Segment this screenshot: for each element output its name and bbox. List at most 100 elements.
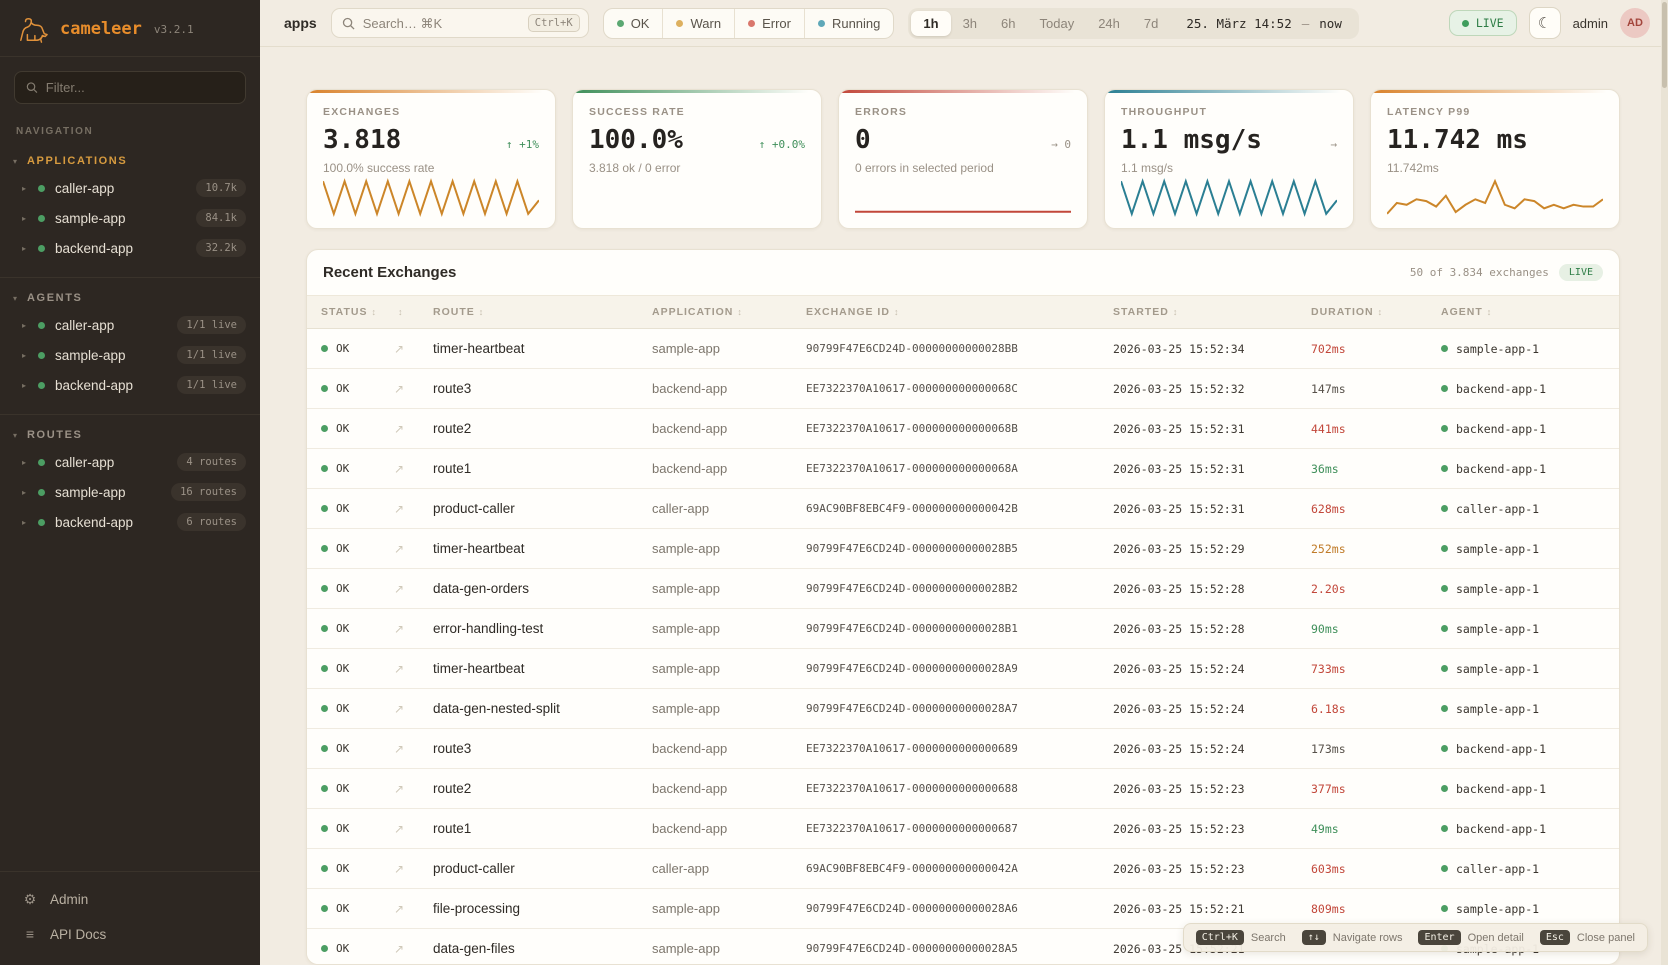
filter-error[interactable]: Error (734, 9, 804, 38)
open-exchange-icon[interactable]: ↗ (394, 622, 433, 636)
agent-cell: backend-app-1 (1441, 462, 1619, 476)
open-exchange-icon[interactable]: ↗ (394, 462, 433, 476)
sidebar-item-sample-app[interactable]: ▸sample-app1/1 live (0, 340, 260, 370)
range-button-24h[interactable]: 24h (1086, 11, 1132, 36)
column-header-duration[interactable]: DURATION↕ (1311, 296, 1441, 328)
range-button-1h[interactable]: 1h (911, 11, 950, 36)
open-exchange-icon[interactable]: ↗ (394, 822, 433, 836)
table-row[interactable]: OK↗route1backend-appEE7322370A10617-0000… (307, 449, 1619, 489)
range-button-7d[interactable]: 7d (1132, 11, 1170, 36)
filter-input[interactable] (46, 80, 234, 95)
column-header-status[interactable]: STATUS↕ (307, 296, 394, 328)
open-exchange-icon[interactable]: ↗ (394, 742, 433, 756)
table-row[interactable]: OK↗data-gen-nested-splitsample-app90799F… (307, 689, 1619, 729)
sidebar-item-caller-app[interactable]: ▸caller-app4 routes (0, 447, 260, 477)
open-exchange-icon[interactable]: ↗ (394, 902, 433, 916)
app-logo[interactable]: cameleer v3.2.1 (0, 0, 260, 57)
agent-dot-icon (1441, 425, 1448, 432)
sidebar-filter[interactable] (14, 71, 246, 104)
status-text: OK (336, 622, 349, 635)
table-row[interactable]: OK↗route1backend-appEE7322370A10617-0000… (307, 809, 1619, 849)
range-button-3h[interactable]: 3h (951, 11, 989, 36)
application-cell: backend-app (652, 741, 806, 756)
route-cell: product-caller (433, 861, 652, 876)
column-header-agent[interactable]: AGENT↕ (1441, 296, 1619, 328)
duration-cell: 90ms (1311, 622, 1441, 636)
open-exchange-icon[interactable]: ↗ (394, 502, 433, 516)
table-row[interactable]: OK↗timer-heartbeatsample-app90799F47E6CD… (307, 329, 1619, 369)
global-search[interactable]: Ctrl+K (331, 8, 589, 38)
sidebar-item-backend-app[interactable]: ▸backend-app6 routes (0, 507, 260, 537)
table-row[interactable]: OK↗data-gen-orderssample-app90799F47E6CD… (307, 569, 1619, 609)
table-row[interactable]: OK↗timer-heartbeatsample-app90799F47E6CD… (307, 649, 1619, 689)
route-cell: route3 (433, 381, 652, 396)
open-exchange-icon[interactable]: ↗ (394, 382, 433, 396)
sidebar-item-backend-app[interactable]: ▸backend-app1/1 live (0, 370, 260, 400)
card-subtitle: 100.0% success rate (323, 161, 539, 175)
column-header-open[interactable]: ↕ (394, 296, 433, 328)
camel-logo-icon (16, 14, 50, 44)
open-exchange-icon[interactable]: ↗ (394, 342, 433, 356)
sidebar-item-sample-app[interactable]: ▸sample-app16 routes (0, 477, 260, 507)
column-header-route[interactable]: ROUTE↕ (433, 296, 652, 328)
open-exchange-icon[interactable]: ↗ (394, 582, 433, 596)
table-row[interactable]: OK↗route2backend-appEE7322370A10617-0000… (307, 409, 1619, 449)
status-cell: OK (307, 702, 394, 715)
column-header-started[interactable]: STARTED↕ (1113, 296, 1311, 328)
open-exchange-icon[interactable]: ↗ (394, 702, 433, 716)
theme-toggle-button[interactable]: ☾ (1529, 7, 1561, 39)
open-exchange-icon[interactable]: ↗ (394, 862, 433, 876)
filter-label: OK (631, 16, 650, 31)
open-exchange-icon[interactable]: ↗ (394, 942, 433, 956)
column-header-application[interactable]: APPLICATION↕ (652, 296, 806, 328)
agent-dot-icon (1441, 905, 1448, 912)
filter-warn[interactable]: Warn (662, 9, 734, 38)
shortcut-search: Ctrl+KSearch (1196, 930, 1286, 945)
live-toggle[interactable]: LIVE (1449, 10, 1517, 36)
open-exchange-icon[interactable]: ↗ (394, 782, 433, 796)
filter-running[interactable]: Running (804, 9, 893, 38)
section-header-routes[interactable]: ▾ROUTES (0, 421, 260, 447)
time-separator: — (1302, 16, 1310, 31)
table-row[interactable]: OK↗product-callercaller-app69AC90BF8EBC4… (307, 489, 1619, 529)
table-row[interactable]: OK↗route2backend-appEE7322370A10617-0000… (307, 769, 1619, 809)
started-cell: 2026-03-25 15:52:31 (1113, 422, 1311, 436)
chevron-right-icon: ▸ (22, 214, 30, 223)
card-main: 1.1 msg/s→ (1121, 125, 1337, 155)
table-row[interactable]: OK↗route3backend-appEE7322370A10617-0000… (307, 369, 1619, 409)
avatar[interactable]: AD (1620, 8, 1650, 38)
scrollbar-thumb[interactable] (1662, 2, 1667, 88)
content: EXCHANGES3.818↑ +1%100.0% success rateSU… (260, 47, 1668, 965)
ok-dot-icon (321, 785, 328, 792)
chevron-down-icon: ▾ (13, 431, 17, 440)
agent-name: sample-app-1 (1456, 662, 1539, 676)
filter-ok[interactable]: OK (604, 9, 663, 38)
section-header-agents[interactable]: ▾AGENTS (0, 284, 260, 310)
column-header-exchange-id[interactable]: EXCHANGE ID↕ (806, 296, 1113, 328)
sidebar-item-backend-app[interactable]: ▸backend-app32.2k (0, 233, 260, 263)
sidebar-item-admin[interactable]: ⚙Admin (0, 882, 260, 917)
application-cell: backend-app (652, 461, 806, 476)
sidebar-item-sample-app[interactable]: ▸sample-app84.1k (0, 203, 260, 233)
sidebar-item-caller-app[interactable]: ▸caller-app10.7k (0, 173, 260, 203)
table-row[interactable]: OK↗error-handling-testsample-app90799F47… (307, 609, 1619, 649)
card-subtitle: 11.742ms (1387, 161, 1603, 175)
sidebar-item-api-docs[interactable]: ≡API Docs (0, 917, 260, 951)
range-button-6h[interactable]: 6h (989, 11, 1027, 36)
open-exchange-icon[interactable]: ↗ (394, 422, 433, 436)
table-row[interactable]: OK↗route3backend-appEE7322370A10617-0000… (307, 729, 1619, 769)
sidebar-item-caller-app[interactable]: ▸caller-app1/1 live (0, 310, 260, 340)
route-cell: data-gen-orders (433, 581, 652, 596)
search-input[interactable] (363, 16, 493, 31)
range-button-today[interactable]: Today (1028, 11, 1087, 36)
section-header-applications[interactable]: ▾APPLICATIONS (0, 147, 260, 173)
scrollbar[interactable] (1661, 0, 1668, 965)
open-exchange-icon[interactable]: ↗ (394, 662, 433, 676)
application-cell: sample-app (652, 621, 806, 636)
open-exchange-icon[interactable]: ↗ (394, 542, 433, 556)
started-cell: 2026-03-25 15:52:32 (1113, 382, 1311, 396)
table-row[interactable]: OK↗product-callercaller-app69AC90BF8EBC4… (307, 849, 1619, 889)
started-cell: 2026-03-25 15:52:31 (1113, 462, 1311, 476)
card-value: 100.0% (589, 125, 683, 155)
table-row[interactable]: OK↗timer-heartbeatsample-app90799F47E6CD… (307, 529, 1619, 569)
